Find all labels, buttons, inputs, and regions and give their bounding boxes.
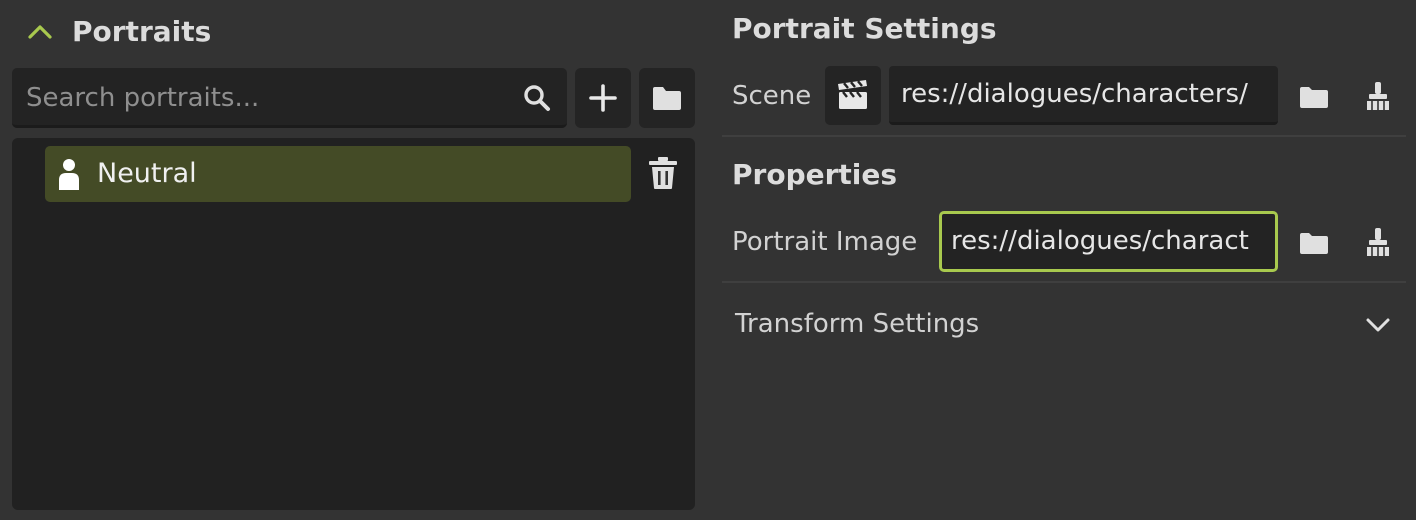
import-folder-button[interactable] — [639, 68, 695, 128]
collapse-section-icon[interactable] — [26, 18, 54, 46]
transform-settings-toggle[interactable]: Transform Settings — [722, 296, 1406, 352]
scene-path-field[interactable]: res://dialogues/characters/ — [889, 66, 1278, 125]
chevron-down-icon — [1364, 310, 1392, 338]
portrait-item-label: Neutral — [97, 158, 197, 189]
section-title: Portraits — [72, 15, 212, 48]
transform-settings-label: Transform Settings — [735, 309, 980, 339]
portrait-item-neutral[interactable]: Neutral — [45, 146, 631, 202]
portrait-image-label: Portrait Image — [732, 227, 918, 257]
add-portrait-button[interactable] — [575, 68, 631, 128]
scene-path-value: res://dialogues/characters/ — [901, 79, 1248, 109]
divider — [722, 281, 1406, 283]
portrait-folder-icon[interactable] — [1294, 222, 1334, 262]
person-icon — [57, 158, 81, 190]
plus-icon — [588, 83, 618, 113]
portrait-image-path-value: res://dialogues/charact — [951, 226, 1249, 256]
scene-folder-icon[interactable] — [1294, 76, 1334, 116]
portrait-settings-heading: Portrait Settings — [732, 12, 997, 45]
scene-label: Scene — [732, 81, 812, 111]
scene-clear-icon[interactable] — [1358, 76, 1398, 116]
folder-icon — [652, 85, 682, 111]
scene-type-button[interactable] — [825, 66, 881, 125]
search-box — [12, 68, 567, 128]
portrait-image-path-field[interactable]: res://dialogues/charact — [939, 211, 1278, 272]
divider — [722, 135, 1406, 137]
delete-portrait-icon[interactable] — [647, 156, 681, 192]
clapperboard-icon — [837, 80, 869, 110]
portrait-clear-icon[interactable] — [1358, 222, 1398, 262]
search-input[interactable] — [24, 68, 518, 127]
search-icon[interactable] — [522, 83, 552, 113]
properties-heading: Properties — [732, 158, 898, 191]
